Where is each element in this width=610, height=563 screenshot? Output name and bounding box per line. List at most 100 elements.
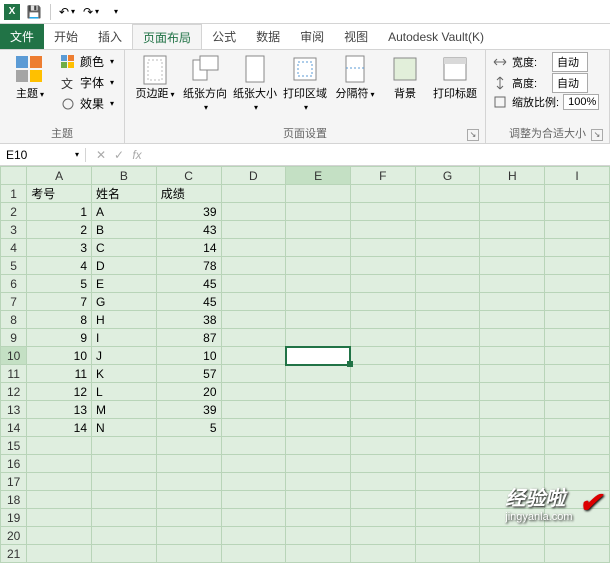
row-header-16[interactable]: 16: [1, 455, 27, 473]
scale-launcher[interactable]: ↘: [591, 129, 603, 141]
cell-A21[interactable]: [27, 545, 92, 563]
print-titles-button[interactable]: 打印标题: [431, 52, 479, 103]
cell-F6[interactable]: [350, 275, 415, 293]
theme-effects-button[interactable]: 效果▾: [56, 94, 118, 113]
cell-F21[interactable]: [350, 545, 415, 563]
cell-D9[interactable]: [221, 329, 286, 347]
cell-F5[interactable]: [350, 257, 415, 275]
cell-F7[interactable]: [350, 293, 415, 311]
row-header-13[interactable]: 13: [1, 401, 27, 419]
row-header-5[interactable]: 5: [1, 257, 27, 275]
row-header-15[interactable]: 15: [1, 437, 27, 455]
column-header-F[interactable]: F: [350, 167, 415, 185]
cell-G20[interactable]: [415, 527, 480, 545]
cell-I3[interactable]: [545, 221, 610, 239]
cell-I6[interactable]: [545, 275, 610, 293]
cell-C8[interactable]: 38: [156, 311, 221, 329]
cell-D6[interactable]: [221, 275, 286, 293]
cell-F14[interactable]: [350, 419, 415, 437]
cell-I1[interactable]: [545, 185, 610, 203]
cell-H12[interactable]: [480, 383, 545, 401]
cell-I16[interactable]: [545, 455, 610, 473]
cell-B8[interactable]: H: [92, 311, 157, 329]
cell-E11[interactable]: [286, 365, 351, 383]
scale-ratio-input[interactable]: 100%: [563, 94, 599, 110]
cell-C9[interactable]: 87: [156, 329, 221, 347]
scale-width-dropdown[interactable]: 自动: [552, 52, 588, 72]
formula-cancel-button[interactable]: ✕: [92, 148, 110, 162]
cell-A17[interactable]: [27, 473, 92, 491]
row-header-8[interactable]: 8: [1, 311, 27, 329]
column-header-H[interactable]: H: [480, 167, 545, 185]
cell-E12[interactable]: [286, 383, 351, 401]
cell-H21[interactable]: [480, 545, 545, 563]
cell-A11[interactable]: 11: [27, 365, 92, 383]
breaks-button[interactable]: 分隔符▾: [331, 52, 379, 103]
cell-G15[interactable]: [415, 437, 480, 455]
cell-H14[interactable]: [480, 419, 545, 437]
cell-C5[interactable]: 78: [156, 257, 221, 275]
cell-A20[interactable]: [27, 527, 92, 545]
cell-D21[interactable]: [221, 545, 286, 563]
row-header-20[interactable]: 20: [1, 527, 27, 545]
cell-E15[interactable]: [286, 437, 351, 455]
cell-H7[interactable]: [480, 293, 545, 311]
cell-D11[interactable]: [221, 365, 286, 383]
cell-I14[interactable]: [545, 419, 610, 437]
cell-E20[interactable]: [286, 527, 351, 545]
cell-F4[interactable]: [350, 239, 415, 257]
name-box[interactable]: E10 ▾: [0, 148, 86, 162]
tab-data[interactable]: 数据: [246, 24, 290, 49]
insert-function-button[interactable]: fx: [128, 148, 146, 162]
cell-D12[interactable]: [221, 383, 286, 401]
cell-C1[interactable]: 成绩: [156, 185, 221, 203]
cell-F18[interactable]: [350, 491, 415, 509]
scale-height-dropdown[interactable]: 自动: [552, 73, 588, 93]
cell-E5[interactable]: [286, 257, 351, 275]
row-header-17[interactable]: 17: [1, 473, 27, 491]
cell-A3[interactable]: 2: [27, 221, 92, 239]
cell-B2[interactable]: A: [92, 203, 157, 221]
cell-G13[interactable]: [415, 401, 480, 419]
column-header-C[interactable]: C: [156, 167, 221, 185]
cell-F2[interactable]: [350, 203, 415, 221]
cell-B11[interactable]: K: [92, 365, 157, 383]
cell-H5[interactable]: [480, 257, 545, 275]
cell-C20[interactable]: [156, 527, 221, 545]
fill-handle[interactable]: [347, 361, 353, 367]
qat-customize-button[interactable]: ▾: [105, 2, 125, 22]
cell-I11[interactable]: [545, 365, 610, 383]
cell-A19[interactable]: [27, 509, 92, 527]
cell-G9[interactable]: [415, 329, 480, 347]
cell-G8[interactable]: [415, 311, 480, 329]
cell-D15[interactable]: [221, 437, 286, 455]
column-header-A[interactable]: A: [27, 167, 92, 185]
cell-F16[interactable]: [350, 455, 415, 473]
cell-F8[interactable]: [350, 311, 415, 329]
cell-I12[interactable]: [545, 383, 610, 401]
cell-G6[interactable]: [415, 275, 480, 293]
row-header-6[interactable]: 6: [1, 275, 27, 293]
cell-E8[interactable]: [286, 311, 351, 329]
cell-F19[interactable]: [350, 509, 415, 527]
cell-C17[interactable]: [156, 473, 221, 491]
cell-H9[interactable]: [480, 329, 545, 347]
cell-H20[interactable]: [480, 527, 545, 545]
cell-H16[interactable]: [480, 455, 545, 473]
tab-review[interactable]: 审阅: [290, 24, 334, 49]
cell-G14[interactable]: [415, 419, 480, 437]
cell-F9[interactable]: [350, 329, 415, 347]
cell-G2[interactable]: [415, 203, 480, 221]
cell-D2[interactable]: [221, 203, 286, 221]
tab-page-layout[interactable]: 页面布局: [132, 24, 202, 49]
cell-C7[interactable]: 45: [156, 293, 221, 311]
background-button[interactable]: 背景: [381, 52, 429, 103]
cell-H6[interactable]: [480, 275, 545, 293]
cell-B3[interactable]: B: [92, 221, 157, 239]
column-header-B[interactable]: B: [92, 167, 157, 185]
row-header-4[interactable]: 4: [1, 239, 27, 257]
qat-undo-button[interactable]: ↶▾: [57, 2, 77, 22]
cell-B20[interactable]: [92, 527, 157, 545]
cell-B14[interactable]: N: [92, 419, 157, 437]
cell-B10[interactable]: J: [92, 347, 157, 365]
